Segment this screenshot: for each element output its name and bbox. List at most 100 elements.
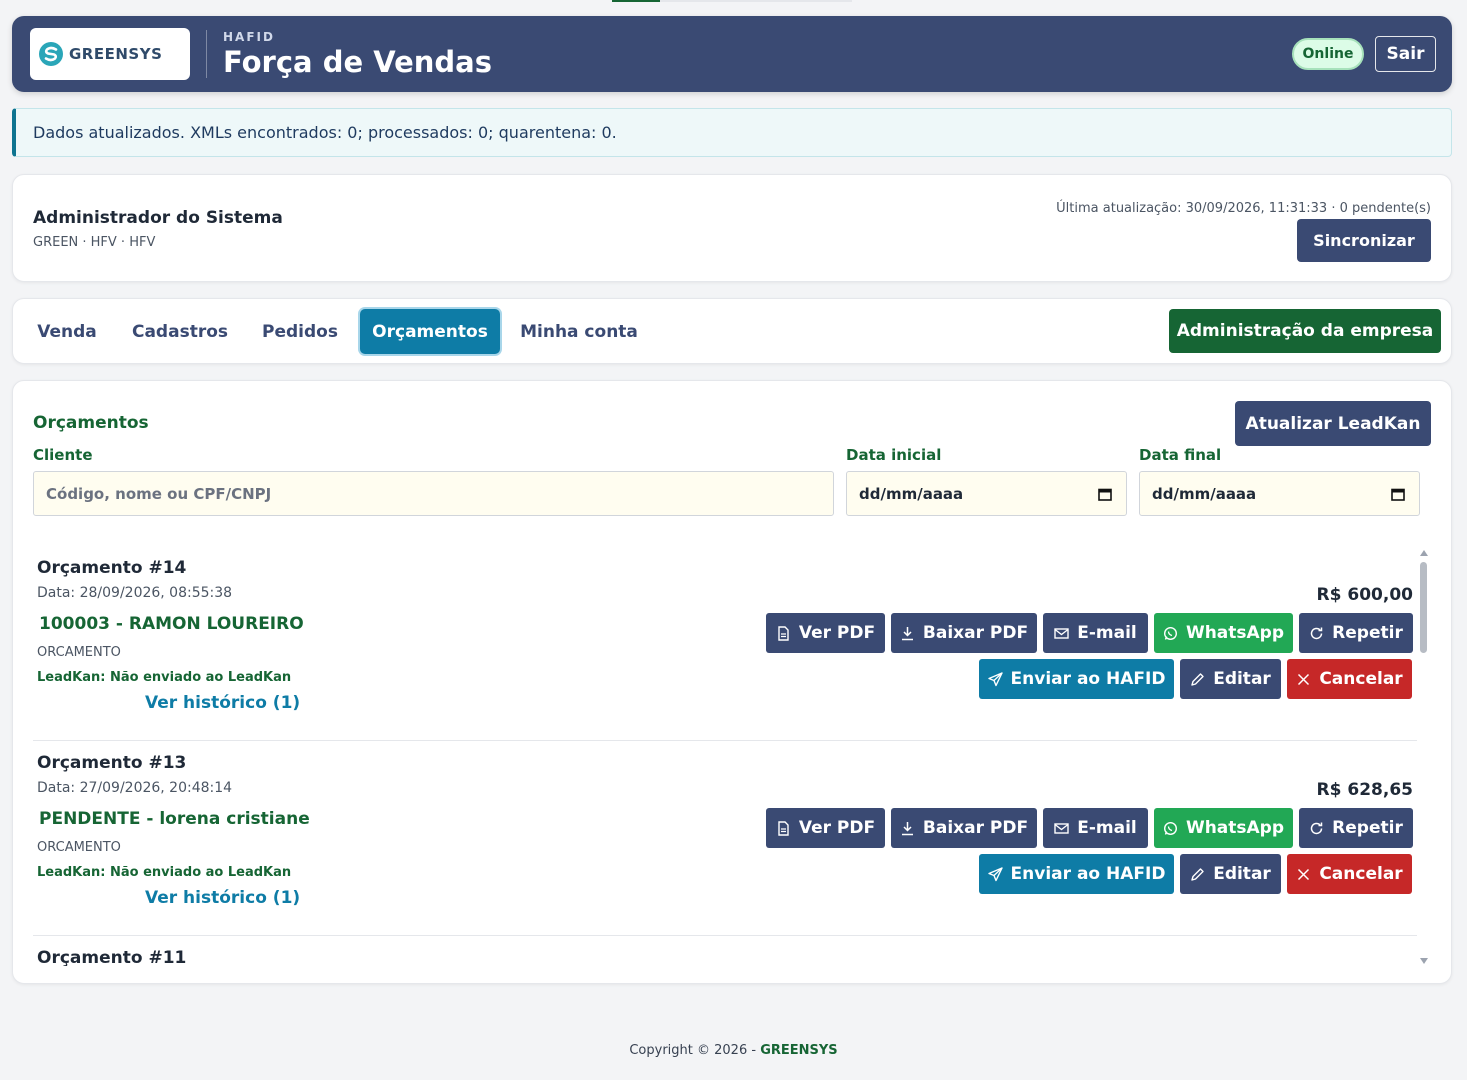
quotes-card: Orçamentos Atualizar LeadKan Cliente Cód… xyxy=(12,380,1452,984)
section-title: Orçamentos xyxy=(33,413,149,433)
client-search-input[interactable]: Código, nome ou CPF/CNPJ xyxy=(33,471,834,516)
quote-item: Orçamento #14 Data: 28/09/2026, 08:55:38… xyxy=(33,546,1417,741)
calendar-icon[interactable] xyxy=(1098,487,1112,501)
repeat-button[interactable]: Repetir xyxy=(1299,808,1413,848)
repeat-button[interactable]: Repetir xyxy=(1299,613,1413,653)
download-pdf-button[interactable]: Baixar PDF xyxy=(891,808,1037,848)
tab-pedidos[interactable]: Pedidos xyxy=(251,309,349,354)
quote-type: ORCAMENTO xyxy=(37,840,121,855)
refresh-icon xyxy=(1310,822,1323,834)
download-pdf-label: Baixar PDF xyxy=(922,818,1029,838)
mail-icon xyxy=(1054,627,1069,639)
document-icon xyxy=(778,625,789,641)
view-history-link[interactable]: Ver histórico (1) xyxy=(145,888,300,908)
send-hafid-button[interactable]: Enviar ao HAFID xyxy=(979,854,1174,894)
calendar-icon[interactable] xyxy=(1391,487,1405,501)
logo-text: GREENSYS xyxy=(69,45,163,63)
edit-label: Editar xyxy=(1213,669,1271,689)
tab-venda[interactable]: Venda xyxy=(23,309,111,354)
cancel-button[interactable]: Cancelar xyxy=(1287,854,1412,894)
footer-brand: GREENSYS xyxy=(760,1043,838,1058)
quote-total: R$ 600,00 xyxy=(1316,585,1413,605)
quote-leadkan-status: LeadKan: Não enviado ao LeadKan xyxy=(37,670,292,685)
logout-button[interactable]: Sair xyxy=(1375,36,1436,72)
cancel-label: Cancelar xyxy=(1319,864,1403,884)
quote-date: Data: 28/09/2026, 08:55:38 xyxy=(37,585,233,601)
sync-button[interactable]: Sincronizar xyxy=(1297,219,1431,262)
quote-item: Orçamento #11 xyxy=(33,936,1417,966)
start-date-value: dd/mm/aaaa xyxy=(859,484,964,503)
end-date-label: Data final xyxy=(1139,446,1222,464)
send-hafid-label: Enviar ao HAFID xyxy=(1010,669,1166,689)
whatsapp-button[interactable]: WhatsApp xyxy=(1154,613,1293,653)
view-pdf-button[interactable]: Ver PDF xyxy=(766,808,885,848)
quote-client: PENDENTE - lorena cristiane xyxy=(39,809,310,829)
close-icon xyxy=(1298,673,1310,685)
scroll-thumb[interactable] xyxy=(1420,562,1427,653)
pencil-icon xyxy=(1191,672,1204,686)
email-button[interactable]: E-mail xyxy=(1043,613,1148,653)
quote-client: 100003 - RAMON LOUREIRO xyxy=(39,614,304,634)
edit-button[interactable]: Editar xyxy=(1180,659,1281,699)
quote-date: Data: 27/09/2026, 20:48:14 xyxy=(37,780,233,796)
pencil-icon xyxy=(1191,867,1204,881)
last-update-text: Última atualização: 30/09/2026, 11:31:33… xyxy=(1056,201,1431,216)
cancel-button[interactable]: Cancelar xyxy=(1287,659,1412,699)
tab-minha-conta[interactable]: Minha conta xyxy=(513,309,645,354)
company-admin-button[interactable]: Administração da empresa xyxy=(1169,309,1441,353)
user-name: Administrador do Sistema xyxy=(33,208,283,228)
quotes-list: Orçamento #14 Data: 28/09/2026, 08:55:38… xyxy=(33,546,1417,966)
footer: Copyright © 2026 - GREENSYS xyxy=(0,1043,1467,1058)
edit-label: Editar xyxy=(1213,864,1271,884)
view-pdf-label: Ver PDF xyxy=(798,623,876,643)
quote-item: Orçamento #13 Data: 27/09/2026, 20:48:14… xyxy=(33,741,1417,936)
list-scrollbar[interactable] xyxy=(1419,546,1429,966)
page-title: Força de Vendas xyxy=(223,45,493,79)
sync-alert: Dados atualizados. XMLs encontrados: 0; … xyxy=(12,108,1452,157)
user-meta: GREEN · HFV · HFV xyxy=(33,235,156,250)
main-nav: Venda Cadastros Pedidos Orçamentos Minha… xyxy=(12,298,1452,364)
greensys-logo: GREENSYS xyxy=(30,28,190,80)
quote-leadkan-status: LeadKan: Não enviado ao LeadKan xyxy=(37,865,292,880)
client-label: Cliente xyxy=(33,446,93,464)
status-badge: Online xyxy=(1292,38,1364,70)
user-card: Administrador do Sistema GREEN · HFV · H… xyxy=(12,174,1452,282)
view-pdf-button[interactable]: Ver PDF xyxy=(766,613,885,653)
whatsapp-icon xyxy=(1163,626,1177,640)
view-pdf-label: Ver PDF xyxy=(798,818,876,838)
quote-total: R$ 628,65 xyxy=(1316,780,1413,800)
refresh-leadkan-button[interactable]: Atualizar LeadKan xyxy=(1235,401,1431,446)
download-icon xyxy=(901,626,913,640)
mail-icon xyxy=(1054,822,1069,834)
page-progress-strip xyxy=(612,0,852,2)
start-date-input[interactable]: dd/mm/aaaa xyxy=(846,471,1127,516)
tab-cadastros[interactable]: Cadastros xyxy=(123,309,237,354)
tab-orcamentos[interactable]: Orçamentos xyxy=(360,309,500,354)
send-icon xyxy=(987,671,1003,686)
footer-copyright: Copyright © 2026 - xyxy=(629,1043,757,1058)
whatsapp-label: WhatsApp xyxy=(1185,623,1285,643)
view-history-link[interactable]: Ver histórico (1) xyxy=(145,693,300,713)
scroll-down-arrow-icon[interactable] xyxy=(1420,958,1428,964)
close-icon xyxy=(1298,868,1310,880)
end-date-input[interactable]: dd/mm/aaaa xyxy=(1139,471,1420,516)
send-hafid-button[interactable]: Enviar ao HAFID xyxy=(979,659,1174,699)
whatsapp-label: WhatsApp xyxy=(1185,818,1285,838)
header-subtitle: HAFID xyxy=(223,30,275,44)
greensys-logo-icon xyxy=(39,42,63,66)
repeat-label: Repetir xyxy=(1332,623,1403,643)
quote-type: ORCAMENTO xyxy=(37,645,121,660)
email-button[interactable]: E-mail xyxy=(1043,808,1148,848)
email-label: E-mail xyxy=(1077,623,1137,643)
document-icon xyxy=(778,820,789,836)
scroll-up-arrow-icon[interactable] xyxy=(1420,550,1428,556)
quote-title: Orçamento #13 xyxy=(37,753,187,773)
start-date-label: Data inicial xyxy=(846,446,942,464)
page-progress-indicator xyxy=(612,0,660,2)
whatsapp-button[interactable]: WhatsApp xyxy=(1154,808,1293,848)
edit-button[interactable]: Editar xyxy=(1180,854,1281,894)
app-header: GREENSYS HAFID Força de Vendas Online Sa… xyxy=(12,16,1452,92)
end-date-value: dd/mm/aaaa xyxy=(1152,484,1257,503)
send-icon xyxy=(987,866,1003,881)
download-pdf-button[interactable]: Baixar PDF xyxy=(891,613,1037,653)
